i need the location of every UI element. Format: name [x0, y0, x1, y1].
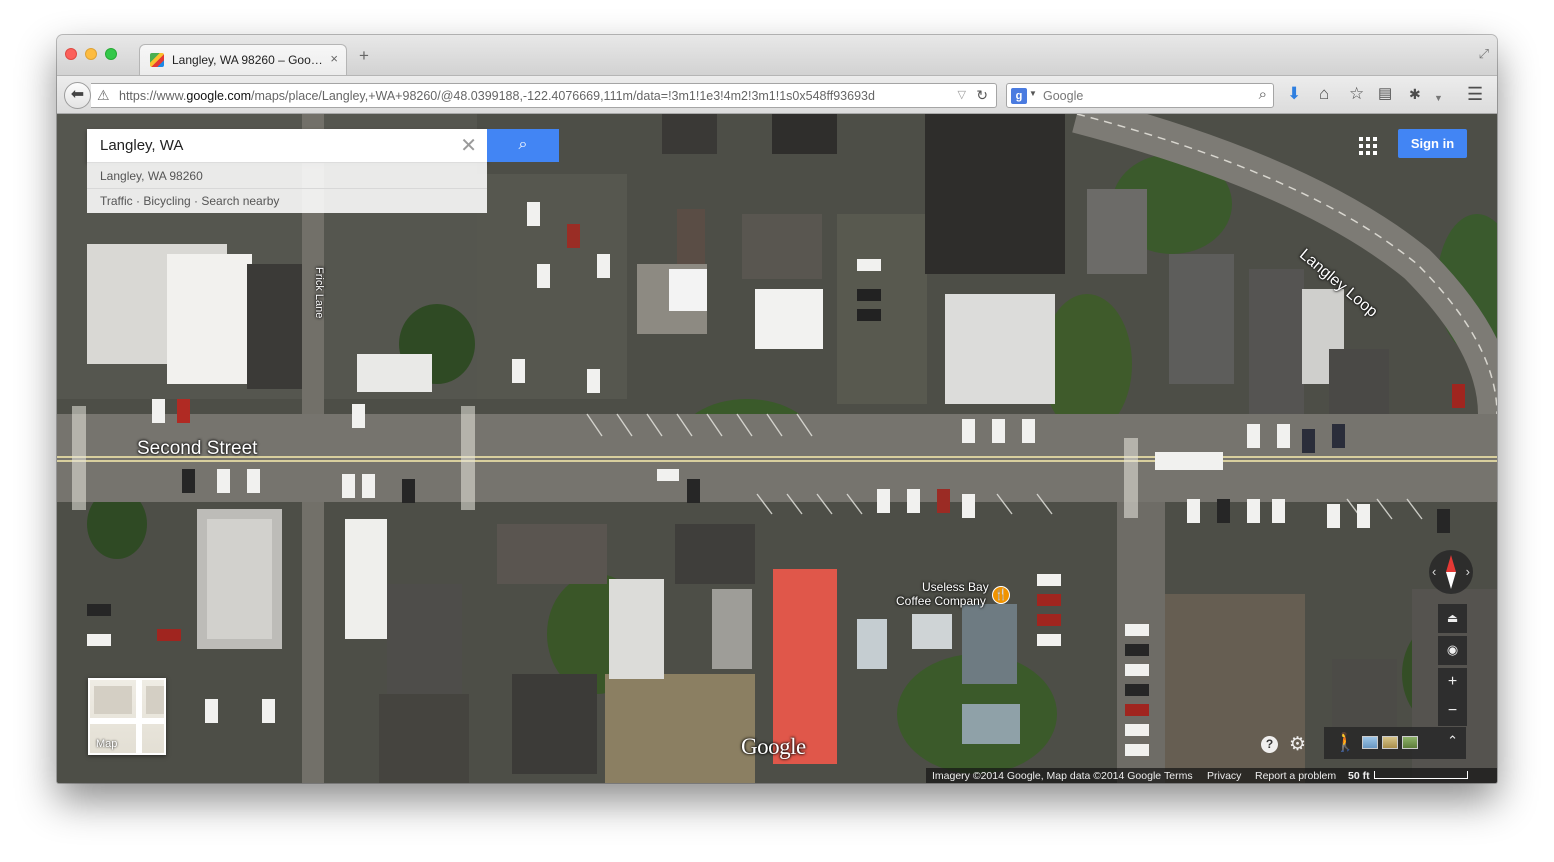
search-bar[interactable]: g ▼ Google ⌕	[1006, 83, 1274, 108]
help-icon[interactable]: ?	[1261, 736, 1278, 753]
menu-icon[interactable]: ☰	[1467, 85, 1483, 103]
chevron-down-icon[interactable]: ▼	[1434, 89, 1443, 107]
back-icon: ⬅	[70, 86, 85, 103]
rotate-left-icon[interactable]: ‹	[1432, 564, 1436, 579]
google-search-engine-icon[interactable]: g	[1011, 88, 1027, 104]
compass-control[interactable]: ‹ ›	[1429, 550, 1473, 594]
pegman-icon[interactable]: 🚶	[1334, 732, 1356, 753]
navigation-toolbar: ⬅ ⚠ https://www.google.com/maps/place/La…	[57, 75, 1497, 114]
maps-search-box[interactable]: Langley, WA ✕	[87, 129, 487, 162]
download-icon[interactable]: ⬇	[1287, 85, 1301, 103]
divider	[87, 188, 487, 189]
google-maps-favicon-icon	[150, 53, 164, 67]
tab-google-maps[interactable]: Langley, WA 98260 – Goo… ×	[139, 44, 347, 75]
search-result-place[interactable]: Langley, WA 98260	[100, 169, 203, 183]
location-icon: ◉	[1446, 642, 1459, 657]
search-icon: ⌕	[518, 136, 528, 153]
reading-list-icon[interactable]: ▤	[1378, 85, 1392, 103]
nearby-options-links[interactable]: Traffic · Bicycling · Search nearby	[100, 194, 279, 208]
extension-icon[interactable]: ✱	[1409, 85, 1421, 103]
cafe-icon[interactable]: 🍴	[992, 586, 1010, 604]
url-domain: google.com	[186, 89, 252, 103]
gear-icon[interactable]: ⚙	[1289, 733, 1306, 756]
google-logo: Google	[741, 734, 806, 759]
expand-icon[interactable]: ⌃	[1447, 733, 1458, 749]
report-problem-link[interactable]: Report a problem	[1255, 770, 1336, 782]
search-icon[interactable]: ⌕	[1259, 86, 1267, 103]
warning-icon: ⚠	[97, 87, 110, 103]
imagery-thumb-icon[interactable]	[1362, 736, 1378, 749]
address-bar[interactable]: ⚠ https://www.google.com/maps/place/Lang…	[91, 83, 997, 108]
zoom-in-button[interactable]: +	[1438, 668, 1467, 697]
street-label-second-street: Second Street	[137, 438, 258, 459]
map-footer: Imagery ©2014 Google, Map data ©2014 Goo…	[926, 768, 1497, 783]
search-result-panel: Langley, WA 98260 Traffic · Bicycling · …	[87, 162, 487, 213]
compass-north-icon	[1446, 555, 1456, 572]
tab-strip: Langley, WA 98260 – Goo… × + ⤢	[57, 35, 1497, 75]
close-window-button[interactable]	[65, 48, 77, 60]
imagery-thumb-icon[interactable]	[1382, 736, 1398, 749]
fullscreen-icon[interactable]: ⤢	[1479, 46, 1489, 62]
url-history-dropdown-icon[interactable]: ▽	[958, 88, 966, 101]
home-icon[interactable]: ⌂	[1319, 85, 1329, 103]
compass-south-icon	[1446, 572, 1456, 589]
place-label-coffee-company[interactable]: Coffee Company	[896, 594, 986, 608]
sign-in-button[interactable]: Sign in	[1398, 129, 1467, 158]
rotate-right-icon[interactable]: ›	[1466, 564, 1470, 579]
zoom-window-button[interactable]	[105, 48, 117, 60]
search-bar-placeholder: Google	[1043, 89, 1084, 103]
place-label-useless-bay[interactable]: Useless Bay	[922, 580, 989, 594]
map-canvas[interactable]: Second Street Langley Loop Frick Lane Us…	[57, 114, 1497, 783]
new-tab-button[interactable]: +	[359, 47, 369, 64]
street-view-and-imagery-panel: 🚶 ⌃	[1324, 727, 1466, 759]
back-button[interactable]: ⬅	[64, 82, 91, 109]
reload-icon[interactable]: ↻	[976, 87, 988, 104]
tilt-button[interactable]: ⏏	[1438, 604, 1467, 633]
search-input[interactable]: Langley, WA	[100, 137, 183, 154]
chevron-down-icon[interactable]: ▼	[1029, 89, 1037, 98]
tilt-icon: ⏏	[1446, 611, 1459, 625]
map-view-label: Map	[96, 738, 118, 750]
tab-title: Langley, WA 98260 – Goo…	[172, 53, 322, 67]
street-label-frick-lane: Frick Lane	[313, 267, 325, 319]
satellite-imagery	[57, 114, 1497, 783]
minimize-window-button[interactable]	[85, 48, 97, 60]
map-view-toggle[interactable]: Map	[88, 678, 166, 755]
imagery-thumb-icon[interactable]	[1402, 736, 1418, 749]
tab-close-icon[interactable]: ×	[330, 51, 338, 66]
scale-bar	[1374, 771, 1468, 779]
zoom-out-button[interactable]: −	[1438, 697, 1467, 726]
bookmark-star-icon[interactable]: ☆	[1349, 85, 1364, 103]
privacy-link[interactable]: Privacy	[1207, 770, 1241, 782]
search-button[interactable]: ⌕	[487, 129, 559, 162]
scale-label: 50 ft	[1348, 770, 1370, 782]
terms-link[interactable]: Terms	[1164, 770, 1193, 782]
my-location-button[interactable]: ◉	[1438, 636, 1467, 665]
imagery-attribution: Imagery ©2014 Google, Map data ©2014 Goo…	[932, 770, 1162, 782]
clear-search-icon[interactable]: ✕	[460, 133, 477, 158]
apps-grid-icon[interactable]	[1359, 137, 1377, 155]
browser-window: Langley, WA 98260 – Goo… × + ⤢ ⬅ ⚠ https…	[57, 35, 1497, 783]
url-text[interactable]: https://www.google.com/maps/place/Langle…	[119, 89, 955, 103]
